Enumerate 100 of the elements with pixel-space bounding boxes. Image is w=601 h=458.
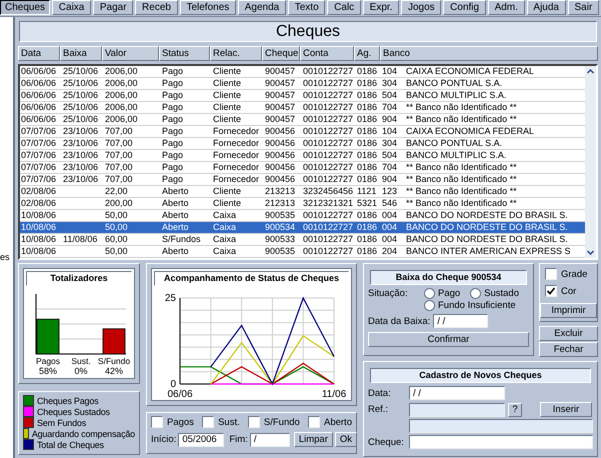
menu-button[interactable]: Calc [327, 0, 361, 15]
table-row[interactable]: 06/06/06 25/10/06 2006,00 Pago Cliente 900457 0010122727 0186 704 ** Banco não Identificado ** [20, 102, 585, 114]
table-cell-text: 2006,00 [104, 90, 139, 101]
clear-button[interactable]: Limpar [294, 432, 333, 447]
table-row[interactable]: 06/06/06 25/10/06 2006,00 Pago Cliente 900457 0010122727 0186 104 CAIXA ECONOMICA FEDERAL [20, 66, 585, 78]
radio-button[interactable] [470, 288, 482, 299]
table-cell-text: 004 [381, 234, 398, 245]
column-header[interactable]: Status [159, 46, 210, 61]
table-cell-text: Caixa [212, 222, 238, 233]
column-header[interactable]: Ag. [354, 46, 380, 61]
column-header[interactable]: Baixa [60, 46, 102, 61]
date-field[interactable]: / [250, 432, 290, 446]
table-cell-text: 304 [381, 138, 398, 149]
table-cell-text: 504 [381, 150, 398, 161]
table-cell-text: 2006,00 [104, 114, 139, 125]
checkbox[interactable] [545, 268, 557, 280]
table-row[interactable]: 07/07/06 23/10/06 707,00 Pago Fornecedor 900456 0010122727 0186 104 CAIXA ECONOMICA FEDERAL [20, 126, 585, 138]
tick-label: 25 [164, 293, 176, 304]
table-cell-text: BANCO MULTIPLIC S.A. [405, 150, 508, 161]
table-cell-text: 504 [381, 90, 398, 101]
column-header[interactable]: Valor [102, 46, 159, 61]
input-field[interactable] [409, 419, 593, 433]
checkbox[interactable] [308, 416, 320, 428]
field-label: Data: [368, 388, 392, 398]
menu-button[interactable]: Jogos [401, 0, 442, 15]
table-cell-text: 23/10/06 [62, 162, 100, 173]
menu-button[interactable]: Config [443, 0, 486, 15]
side-text: es [0, 252, 11, 262]
table-row[interactable]: 07/07/06 23/10/06 707,00 Pago Fornecedor 900456 0010122727 0186 304 BANCO PONTUAL S.A. [20, 138, 585, 150]
table-cell-text: 904 [381, 114, 398, 125]
table-cell-text: Pago [161, 174, 184, 185]
column-header[interactable]: Data [18, 46, 60, 61]
field-label: Cheque: [368, 436, 405, 448]
print-button[interactable]: Imprimir [540, 303, 597, 318]
table-cell-text: Aberto [161, 186, 190, 197]
menu-button[interactable]: Texto [288, 0, 326, 15]
table-row[interactable]: 07/07/06 23/10/06 707,00 Pago Fornecedor 900456 0010122727 0186 504 BANCO MULTIPLIC S.A. [20, 150, 585, 162]
checkbox[interactable] [248, 416, 260, 428]
menu-button[interactable]: Expr. [362, 0, 400, 15]
table-cell-text: ** Banco não Identificado ** [405, 114, 518, 125]
table-cell-text: 25/10/06 [62, 66, 100, 77]
table-row[interactable]: 06/06/06 25/10/06 2006,00 Pago Cliente 900457 0010122727 0186 304 BANCO PONTUAL S.A. [20, 78, 585, 90]
table-row[interactable]: 10/08/06 11/08/06 60,00 S/Fundos Caixa 900533 0010122727 0186 004 BANCO DO NORDESTE DO BRASIL S. [20, 234, 585, 246]
table-cell-text: 0010122727 [302, 126, 354, 137]
table-cell-text: S/Fundos [161, 234, 202, 245]
table-cell-text: Fornecedor [212, 162, 260, 173]
menu-button[interactable]: Cheques [0, 0, 50, 15]
checkbox-label: Grade [561, 268, 588, 280]
column-header[interactable]: Banco [380, 46, 598, 61]
menu-button[interactable]: Agenda [238, 0, 286, 15]
selected-row[interactable]: 10/08/06 50,00 Aberto Caixa 900534 0010122727 0186 004 BANCO DO NORDESTE DO BRASIL S. [20, 222, 585, 234]
radio-button[interactable] [424, 288, 435, 299]
table-cell-text: 06/06/06 [20, 102, 58, 113]
close-button[interactable]: Fechar [539, 342, 598, 357]
table-cell-text: 0010122727 [302, 78, 354, 89]
date-field[interactable]: / / [409, 386, 505, 400]
menu-button[interactable]: Caixa [52, 0, 92, 15]
input-field[interactable] [409, 435, 593, 449]
table-row[interactable]: 10/08/06 50,00 Aberto Caixa 900535 0010122727 0186 204 BANCO INTER AMERICAN EXPRESS S [20, 246, 585, 258]
ok-button[interactable]: Ok [334, 432, 358, 447]
scrollbar[interactable] [585, 66, 596, 258]
table-cell-text: ** Banco não Identificado ** [405, 162, 518, 173]
table-cell-text: CAIXA ECONOMICA FEDERAL [405, 126, 536, 137]
lookup-button[interactable]: ? [508, 402, 522, 416]
confirm-button[interactable]: Confirmar [368, 332, 529, 347]
table-row[interactable]: 07/07/06 23/10/06 707,00 Pago Fornecedor 900456 0010122727 0186 904 ** Banco não Identificado ** [20, 174, 585, 186]
menu-button[interactable]: Receb [135, 0, 178, 15]
delete-button[interactable]: Excluir [539, 326, 598, 341]
radio-button[interactable] [424, 300, 435, 311]
table-row[interactable]: 06/06/06 25/10/06 2006,00 Pago Cliente 900457 0010122727 0186 904 ** Banco não Identificado ** [20, 114, 585, 126]
column-header[interactable]: Cheque [262, 46, 300, 61]
checkbox[interactable] [151, 416, 163, 428]
column-header[interactable]: Conta [300, 46, 354, 61]
date-field[interactable]: / / [433, 314, 488, 328]
table-cell-text: 23/10/06 [62, 150, 100, 161]
input-field[interactable] [409, 402, 505, 416]
table-cell-text: Caixa [212, 234, 238, 245]
menu-button[interactable]: Ajuda [526, 0, 566, 15]
menu-button[interactable]: Adm. [488, 0, 525, 15]
table-cell-text: Caixa [212, 210, 238, 221]
checkbox[interactable] [202, 416, 214, 428]
table-cell-text: 900534 [264, 222, 296, 233]
menu-button[interactable]: Sair [568, 0, 600, 15]
table-cell-text: 0186 [356, 234, 378, 245]
table-row[interactable]: 06/06/06 25/10/06 2006,00 Pago Cliente 900457 0010122727 0186 504 BANCO MULTIPLIC S.A. [20, 90, 585, 102]
table-cell-text: 06/06/06 [20, 114, 58, 125]
menu-button[interactable]: Telefones [180, 0, 236, 15]
table-cell-text: BANCO DO NORDESTE DO BRASIL S. [405, 222, 569, 233]
date-field[interactable]: 05/2006 [178, 432, 224, 446]
field-label: Ref.: [368, 404, 390, 415]
panel-title: Acompanhamento de Status de Cheques [154, 271, 349, 286]
table-cell-text: Fornecedor [212, 138, 260, 149]
menu-button[interactable]: Pagar [93, 0, 134, 15]
table-row[interactable]: 02/08/06 200,00 Aberto Cliente 212313 3212321321 5321 546 ** Banco não Identificado ** [20, 198, 585, 210]
table-cell-text: 0010122727 [302, 114, 354, 125]
table-row[interactable]: 02/08/06 22,00 Aberto Cliente 213213 3232456456 1121 123 ** Banco não Identificado ** [20, 186, 585, 198]
table-row[interactable]: 07/07/06 23/10/06 707,00 Pago Fornecedor 900456 0010122727 0186 704 ** Banco não Identificado ** [20, 162, 585, 174]
column-header[interactable]: Relac. [210, 46, 262, 61]
checkbox[interactable] [545, 285, 557, 297]
insert-button[interactable]: Inserir [540, 402, 592, 417]
